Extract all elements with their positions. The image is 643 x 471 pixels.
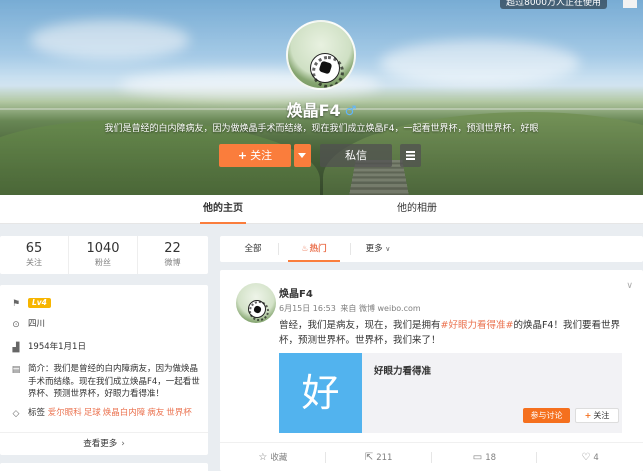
like-count: 4 — [593, 453, 599, 463]
topic-follow-label: 关注 — [593, 411, 610, 420]
stat-following-count: 65 — [25, 241, 43, 256]
topic-card[interactable]: 好 好眼力看得准 参与讨论 + 关注 — [279, 353, 622, 433]
tab-album-label: 他的相册 — [397, 203, 437, 214]
male-gender-icon: ♂ — [344, 104, 357, 119]
follow-dropdown-button[interactable] — [294, 144, 311, 167]
tags-label: 标签 — [28, 408, 46, 418]
see-more-label: 查看更多 — [83, 439, 118, 449]
flag-icon: ⚑ — [11, 299, 21, 309]
thumbs-up-icon: ♡ — [581, 452, 591, 463]
follow-button-label: 关注 — [250, 149, 273, 162]
repost-count: 211 — [376, 453, 393, 463]
tab-album[interactable]: 他的相册 — [384, 195, 450, 224]
join-discussion-label: 参与讨论 — [530, 411, 563, 420]
level-badge[interactable]: Lv4 — [28, 298, 51, 308]
tab-home-label: 他的主页 — [203, 203, 243, 214]
repost-button[interactable]: ⇱ 211 — [326, 443, 432, 471]
active-tab-indicator — [200, 222, 246, 224]
repost-icon: ⇱ — [364, 452, 374, 463]
more-menu-button[interactable] — [400, 144, 421, 167]
post-action-bar: ☆ 收藏 ⇱ 211 ▭ 18 ♡ 4 — [220, 442, 643, 471]
plus-icon: + — [584, 411, 592, 420]
caret-down-icon — [298, 153, 306, 158]
join-discussion-button[interactable]: 参与讨论 — [523, 408, 570, 423]
filter-hot-label: 热门 — [309, 244, 327, 254]
feed-filter-bar: 全部 ♨热门 更多 ∨ — [220, 236, 643, 262]
post-options-chevron-icon[interactable]: ∨ — [626, 281, 633, 291]
follow-button[interactable]: + 关注 — [219, 144, 291, 167]
soccer-ball-icon — [310, 53, 344, 88]
chevron-down-icon: ∨ — [385, 245, 391, 253]
filter-more[interactable]: 更多 ∨ — [358, 236, 398, 262]
tag-link[interactable]: 爱尔眼科 — [48, 408, 82, 418]
favorite-button[interactable]: ☆ 收藏 — [220, 443, 326, 471]
see-more-link[interactable]: 查看更多 › — [0, 432, 208, 455]
comment-count: 18 — [485, 453, 497, 463]
stat-following-label: 关注 — [26, 258, 42, 267]
stat-following[interactable]: 65 关注 — [0, 236, 69, 274]
tab-home[interactable]: 他的主页 — [190, 195, 256, 224]
filter-all[interactable]: 全部 — [232, 236, 274, 262]
profile-avatar[interactable] — [286, 20, 356, 90]
location-pin-icon: ⊙ — [12, 320, 20, 330]
menu-icon — [406, 151, 415, 160]
info-intro: 简介：我们是曾经的白内障病友，因为做焕晶手术而结缘。现在我们成立焕晶F4，一起看… — [28, 364, 200, 399]
soccer-ball-icon — [248, 300, 269, 321]
post-text-start: 曾经，我们是病友，现在，我们是拥有 — [279, 320, 441, 331]
stat-followers-label: 粉丝 — [95, 258, 111, 267]
like-button[interactable]: ♡ 4 — [537, 443, 643, 471]
corner-icon[interactable] — [623, 0, 637, 8]
stat-posts-count: 22 — [164, 241, 181, 256]
next-sidebar-card — [0, 463, 208, 471]
info-location: 四川 — [28, 319, 46, 329]
info-birthday: 1954年1月1日 — [28, 342, 86, 352]
weibo-post: 焕晶F4 ∨ 6月15日 16:53 来自 微博 weibo.com 曾经，我们… — [220, 270, 643, 471]
filter-more-label: 更多 — [365, 244, 383, 254]
user-count-badge: 超过8000万人正在使用 — [500, 0, 607, 9]
post-topic-link[interactable]: #好眼力看得准# — [441, 320, 514, 331]
tag-link[interactable]: 世界杯 — [166, 408, 192, 418]
fire-icon: ♨ — [301, 244, 309, 253]
post-author-avatar[interactable] — [236, 283, 276, 323]
filter-hot[interactable]: ♨热门 — [284, 236, 344, 262]
filter-divider — [350, 243, 351, 255]
birthday-cake-icon: ▟ — [12, 343, 20, 353]
post-author-name[interactable]: 焕晶F4 — [279, 285, 313, 300]
intro-card-icon: ▤ — [11, 365, 21, 375]
tag-link[interactable]: 病友 — [147, 408, 164, 418]
topic-card-title[interactable]: 好眼力看得准 — [374, 363, 431, 377]
favorite-label: 收藏 — [270, 453, 288, 463]
profile-name-row: 焕晶F4 ♂ — [0, 97, 643, 121]
tag-icon: ◇ — [12, 409, 20, 419]
profile-name: 焕晶F4 — [286, 101, 341, 120]
chevron-right-icon: › — [121, 439, 125, 449]
active-filter-indicator — [288, 260, 340, 262]
tag-link[interactable]: 足球 — [84, 408, 101, 418]
profile-stats: 65 关注 1040 粉丝 22 微博 — [0, 236, 208, 274]
profile-bio: 我们是曾经的白内障病友，因为做焕晶手术而结缘，现在我们成立焕晶F4，一起看世界杯… — [104, 124, 539, 134]
tag-link[interactable]: 焕晶白内障 — [103, 408, 146, 418]
filter-divider — [278, 243, 279, 255]
topic-thumbnail: 好 — [279, 353, 362, 433]
stat-followers[interactable]: 1040 粉丝 — [69, 236, 138, 274]
message-button[interactable]: 私信 — [320, 144, 392, 167]
comment-icon: ▭ — [472, 452, 483, 463]
topic-follow-button[interactable]: + 关注 — [575, 408, 619, 423]
post-time[interactable]: 6月15日 16:53 — [279, 304, 336, 313]
star-icon: ☆ — [258, 452, 268, 463]
profile-info-card: ⚑ Lv4 ⊙ 四川 ▟ 1954年1月1日 ▤ 简介：我们是曾经的白内障病友，… — [0, 285, 208, 455]
stat-posts[interactable]: 22 微博 — [138, 236, 207, 274]
profile-tab-bar: 他的主页 他的相册 — [0, 195, 643, 224]
comment-button[interactable]: ▭ 18 — [432, 443, 538, 471]
post-source: 来自 微博 weibo.com — [340, 304, 421, 313]
stat-posts-label: 微博 — [164, 258, 181, 267]
plus-icon: + — [237, 149, 248, 162]
post-meta: 6月15日 16:53 来自 微博 weibo.com — [279, 303, 421, 314]
post-text: 曾经，我们是病友，现在，我们是拥有#好眼力看得准#的焕晶F4！我们要看世界杯，预… — [279, 318, 631, 348]
stat-followers-count: 1040 — [86, 241, 120, 256]
